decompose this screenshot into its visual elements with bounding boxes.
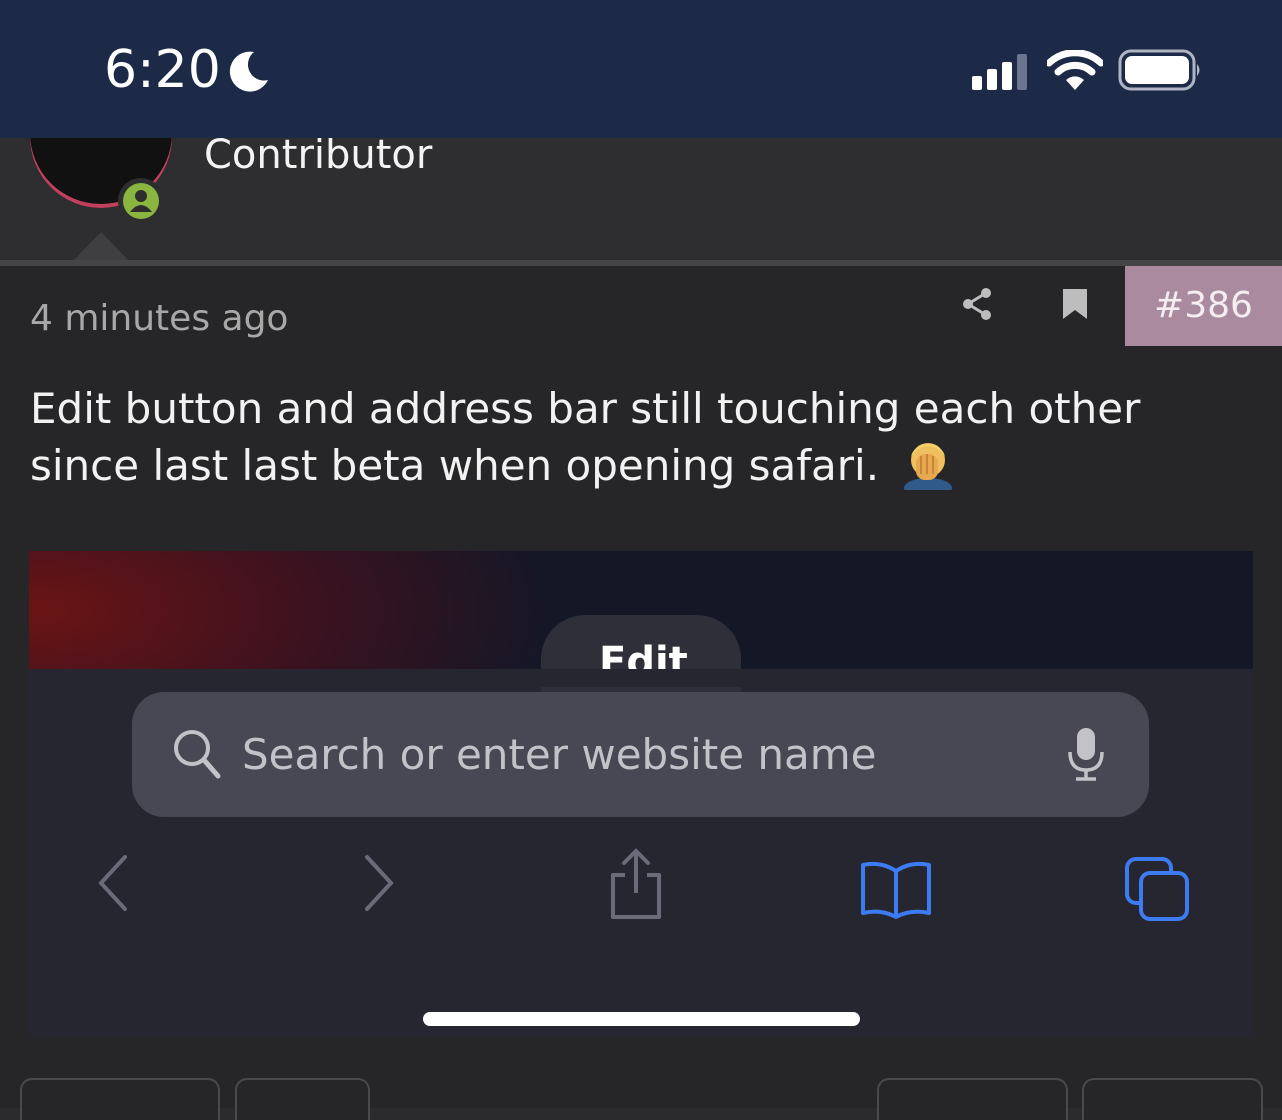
status-time: 6:20 (104, 40, 221, 100)
bottom-tab-3[interactable] (877, 1078, 1068, 1120)
face-palm-emoji-icon (904, 443, 953, 490)
forward-icon (365, 855, 394, 911)
battery-icon (1118, 49, 1200, 91)
bottom-tab-2[interactable] (235, 1078, 370, 1120)
post-text: Edit button and address bar still touchi… (30, 384, 1141, 490)
post-timestamp[interactable]: 4 minutes ago (30, 298, 288, 339)
edit-button: Edit (599, 639, 688, 669)
user-role: Contributor (204, 132, 433, 178)
signal-icon (972, 54, 1027, 90)
search-icon (174, 730, 221, 779)
online-status-badge (118, 178, 164, 224)
address-placeholder: Search or enter website name (242, 730, 877, 779)
home-indicator (423, 1012, 860, 1026)
bookmarks-icon (861, 861, 931, 919)
share-icon[interactable] (960, 286, 996, 322)
user-block: MT Contributor (0, 108, 1282, 262)
post-body: Edit button and address bar still touchi… (30, 380, 1250, 494)
bookmark-icon[interactable] (1062, 288, 1088, 320)
post-number[interactable]: #386 (1125, 266, 1282, 346)
microphone-icon (1068, 728, 1104, 781)
post: 4 minutes ago #386 Edit button and addre… (0, 266, 1282, 1108)
user-icon (130, 190, 152, 212)
post-pointer (72, 232, 130, 262)
wifi-icon (1047, 50, 1103, 90)
address-bar: Search or enter website name (132, 692, 1149, 817)
attached-screenshot[interactable]: Edit Search or enter website name (29, 551, 1253, 1037)
share-icon (611, 848, 661, 919)
tabs-icon (1125, 857, 1189, 921)
moon-icon (229, 51, 268, 92)
back-icon (98, 855, 127, 911)
status-bar: 6:20 (0, 0, 1282, 138)
bottom-tab-1[interactable] (20, 1078, 220, 1120)
bottom-tab-4[interactable] (1082, 1078, 1263, 1120)
